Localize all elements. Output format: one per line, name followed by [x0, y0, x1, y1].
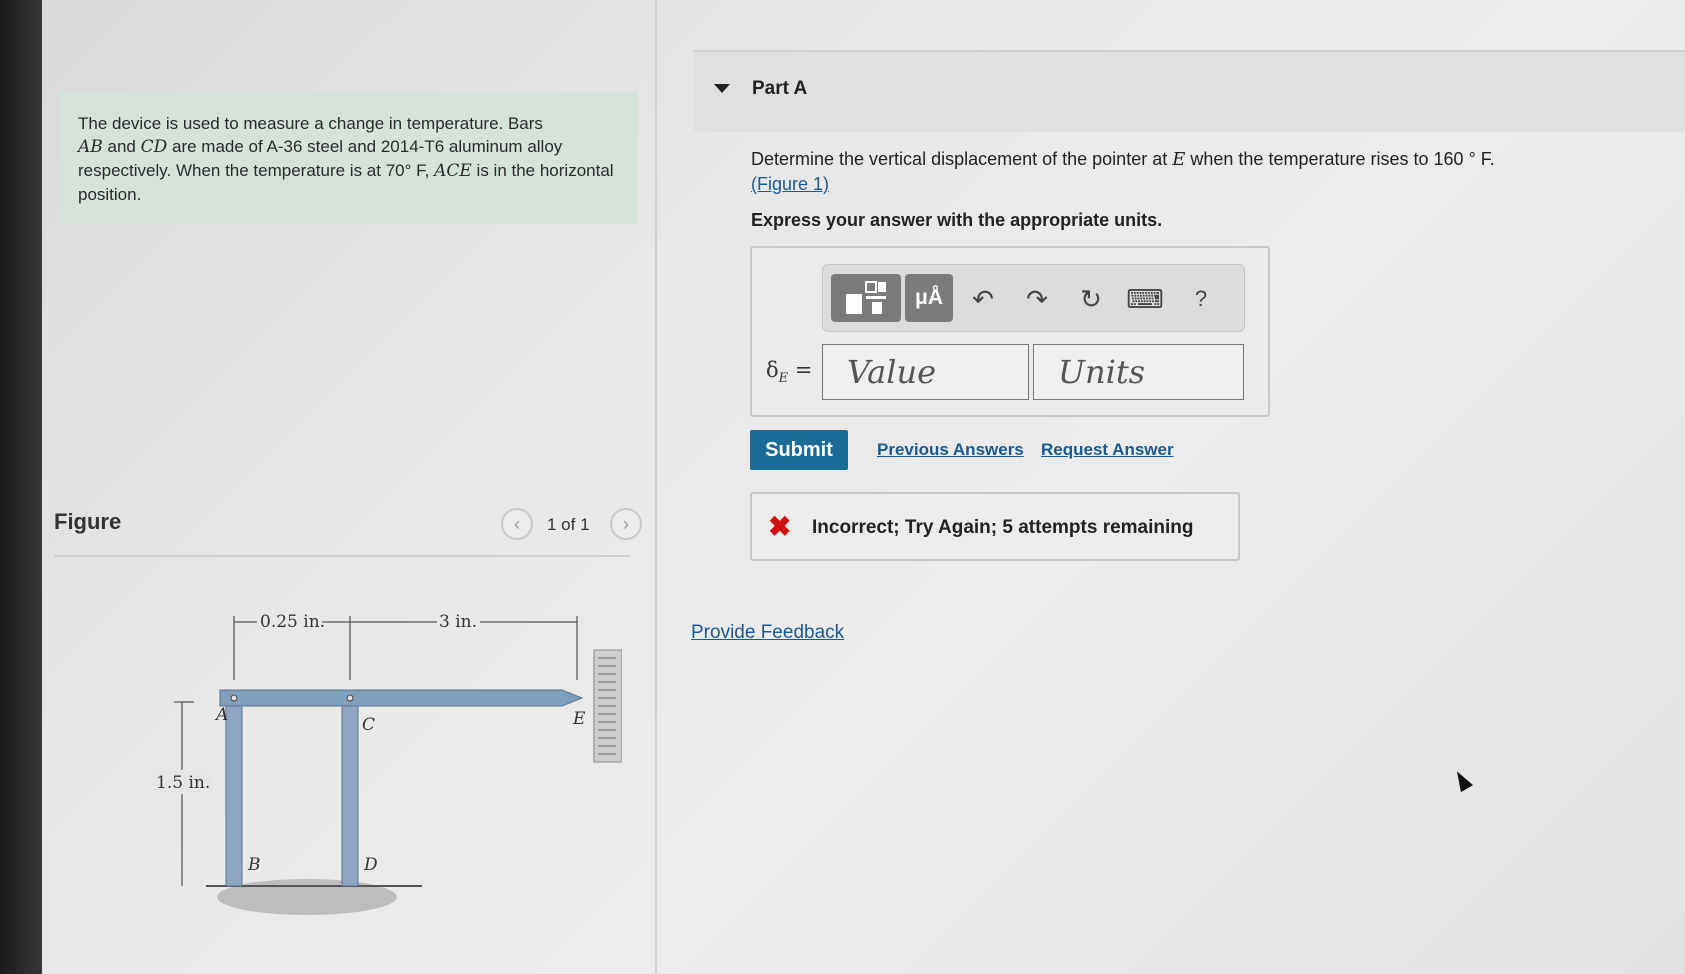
pointer-arm: [219, 689, 584, 707]
equals-sign: =: [788, 358, 813, 382]
temperature-unit: ° F.: [1468, 149, 1495, 169]
units-input[interactable]: [1033, 344, 1244, 400]
submit-button[interactable]: Submit: [750, 430, 848, 470]
left-pane: The device is used to measure a change i…: [42, 0, 657, 974]
ground-support: [217, 879, 397, 915]
part-a-header[interactable]: Part A: [694, 50, 1685, 132]
figure-header: Figure ‹ 1 of 1 ›: [54, 505, 642, 557]
delta-subscript: E: [778, 371, 789, 387]
pin-a: [230, 694, 238, 702]
bar-ab: [225, 695, 243, 887]
chevron-right-icon[interactable]: ›: [610, 508, 642, 540]
redo-icon[interactable]: ↷: [1019, 281, 1055, 317]
reset-icon[interactable]: ↻: [1073, 281, 1109, 317]
help-icon[interactable]: ?: [1183, 281, 1219, 317]
delta-e-label: δE =: [766, 358, 812, 386]
dim-label-3: 3 in.: [439, 612, 477, 632]
label-d: D: [363, 855, 378, 875]
feedback-text: Incorrect; Try Again; 5 attempts remaini…: [812, 517, 1194, 538]
dim-label-0-25: 0.25 in.: [260, 612, 325, 632]
undo-icon[interactable]: ↶: [965, 281, 1001, 317]
part-title: Part A: [752, 78, 808, 99]
temperature-unit: ° F,: [404, 161, 430, 180]
screen-bezel: [0, 0, 42, 974]
request-answer-link[interactable]: Request Answer: [1041, 440, 1174, 460]
figure-1-link[interactable]: (Figure 1): [751, 174, 829, 194]
provide-feedback-link[interactable]: Provide Feedback: [691, 622, 844, 644]
answer-box: μÅ ↶ ↷ ↻ ⌨ ? δE =: [750, 246, 1270, 417]
bar-cd-label: CD: [140, 137, 168, 157]
point-e-label: E: [1172, 149, 1186, 170]
label-e: E: [572, 709, 586, 729]
figure-pager: 1 of 1: [547, 515, 590, 534]
bar-ab-label: AB: [78, 137, 103, 157]
units-button[interactable]: μÅ: [905, 274, 953, 322]
figure-diagram: 0.25 in. 3 in. 1.5 in. A B C D E: [102, 590, 623, 930]
value-input[interactable]: [822, 344, 1029, 400]
label-b: B: [247, 855, 261, 875]
question-part: when the temperature rises to 160: [1190, 149, 1464, 169]
device-diagram-svg: 0.25 in. 3 in. 1.5 in. A B C D E: [154, 612, 623, 915]
chevron-left-icon[interactable]: ‹: [501, 508, 533, 540]
pin-c: [346, 694, 354, 702]
error-x-icon: ✖: [768, 511, 792, 542]
template-icon-graphic: [846, 281, 886, 314]
feedback-message: ✖ Incorrect; Try Again; 5 attempts remai…: [750, 492, 1240, 561]
answer-instruction: Express your answer with the appropriate…: [751, 210, 1163, 230]
right-pane: Part A Determine the vertical displaceme…: [657, 0, 1685, 974]
keyboard-icon[interactable]: ⌨: [1126, 281, 1164, 317]
label-c: C: [362, 715, 375, 735]
problem-text: The device is used to measure a change i…: [78, 114, 543, 133]
math-toolbar: μÅ ↶ ↷ ↻ ⌨ ?: [822, 264, 1245, 332]
previous-answers-link[interactable]: Previous Answers: [877, 440, 1024, 460]
template-icon[interactable]: [831, 274, 901, 322]
problem-text: and: [107, 137, 136, 156]
ace-label: ACE: [434, 161, 472, 181]
label-a: A: [214, 705, 228, 725]
dim-label-1-5: 1.5 in.: [156, 773, 210, 793]
question-text: Determine the vertical displacement of t…: [751, 147, 1651, 197]
figure-title: Figure: [54, 509, 122, 534]
delta-symbol: δ: [766, 358, 779, 382]
caret-down-icon[interactable]: [714, 84, 730, 93]
question-part: Determine the vertical displacement of t…: [751, 149, 1168, 169]
bar-cd: [341, 695, 359, 887]
problem-statement: The device is used to measure a change i…: [60, 92, 638, 224]
